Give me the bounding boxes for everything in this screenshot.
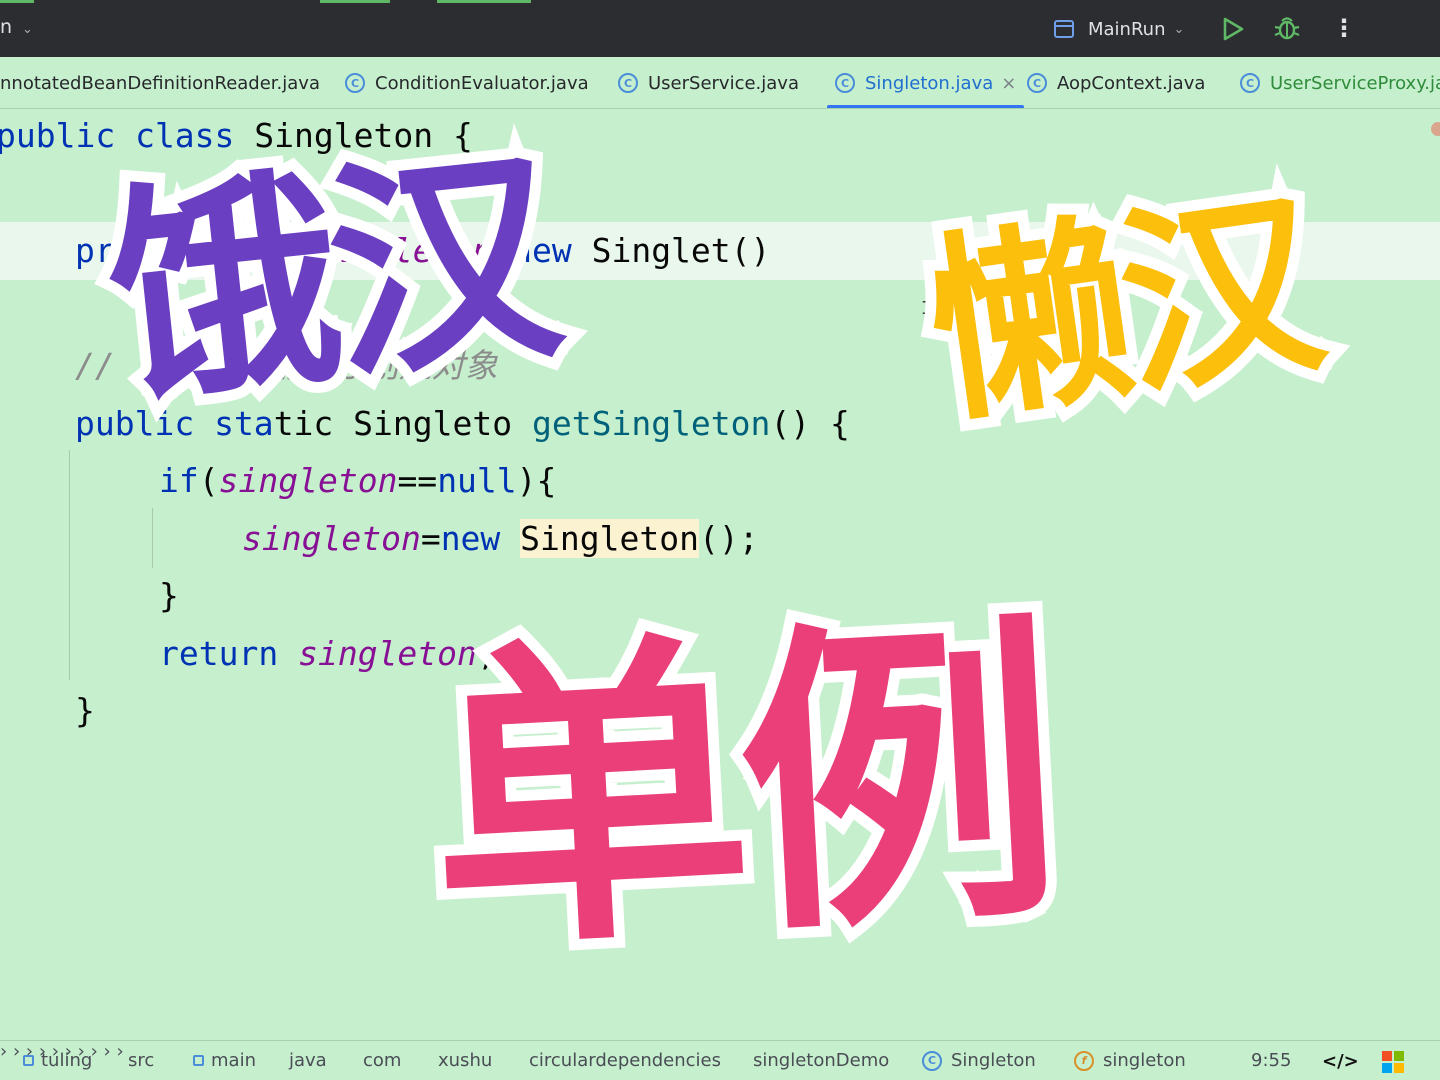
editor-tabs: nnotatedBeanDefinitionReader.java C Cond… (0, 57, 1440, 109)
tab-aop-context[interactable]: C AopContext.java (1027, 57, 1206, 108)
status-bar: › tuling › src › main › java › com › xus… (0, 1040, 1440, 1080)
code-text: ){ (516, 461, 557, 500)
tab-label: Singleton.java (865, 72, 994, 94)
tab-user-service[interactable]: C UserService.java (618, 57, 799, 108)
sticker-danli: 单例 (410, 577, 1071, 1003)
breadcrumb-label: singletonDemo (753, 1050, 890, 1071)
code-field: singleton (218, 461, 398, 500)
tab-label: AopContext.java (1057, 72, 1206, 94)
class-icon: C (618, 73, 638, 93)
code-keyword: return (159, 634, 279, 673)
close-icon[interactable]: × (1001, 73, 1016, 94)
tab-label: UserService.java (648, 72, 799, 94)
breadcrumb-singletondemo[interactable]: singletonDemo (753, 1050, 889, 1071)
code-keyword: new (440, 519, 501, 558)
chevron-down-icon: ⌄ (1173, 21, 1185, 37)
chevron-right-icon: › (116, 1041, 124, 1062)
tab-condition-evaluator[interactable]: C ConditionEvaluator.java (345, 57, 589, 108)
active-tab-indicator (827, 105, 1025, 108)
inspection-marker[interactable] (1431, 122, 1440, 136)
indent-guide (69, 450, 70, 680)
windows-icon[interactable] (1382, 1051, 1404, 1073)
code-operator: = (420, 519, 441, 558)
chevron-right-icon: › (103, 1041, 111, 1062)
breadcrumb-com[interactable]: com (363, 1050, 401, 1071)
class-icon: C (345, 73, 365, 93)
code-usage-highlight: Singleton (520, 519, 699, 558)
class-icon: C (1240, 73, 1260, 93)
toolbar-accent-strip (0, 0, 34, 3)
breadcrumb-label: java (289, 1050, 327, 1071)
code-method: getSingleton (531, 404, 771, 443)
code-line-9: } (75, 691, 95, 731)
breadcrumb-label: Singleton (951, 1050, 1036, 1071)
code-line-5: if(singleton==null){ (159, 461, 556, 501)
indent-guide (152, 508, 153, 568)
run-config-icon (1054, 20, 1074, 38)
breadcrumb-java[interactable]: java (289, 1050, 327, 1071)
title-toolbar: n ⌄ MainRun ⌄ ⋮ (0, 0, 1440, 57)
breadcrumb-singleton-class[interactable]: C Singleton (922, 1050, 1036, 1071)
breadcrumb-label: circulardependencies (529, 1050, 721, 1071)
module-icon (193, 1055, 204, 1066)
breadcrumb-label: xushu (438, 1050, 493, 1071)
tab-label: UserServiceProxy.ja (1270, 72, 1440, 94)
run-config-label: MainRun (1088, 18, 1166, 40)
code-text: } (159, 576, 179, 615)
tab-label: ConditionEvaluator.java (375, 72, 589, 94)
code-text: () (730, 231, 771, 270)
main-menu[interactable]: n ⌄ (0, 16, 33, 38)
breadcrumb-label: singleton (1103, 1050, 1186, 1071)
code-keyword: null (437, 461, 517, 500)
code-line-7: } (159, 576, 179, 616)
toolbar-accent-strip (320, 0, 390, 3)
class-icon: C (835, 73, 855, 93)
class-icon: C (922, 1050, 942, 1071)
code-text: () { (770, 404, 850, 443)
more-vertical-icon[interactable]: ⋮ (1332, 14, 1356, 42)
tab-user-service-proxy[interactable]: C UserServiceProxy.ja (1240, 57, 1440, 108)
code-text: Singlet (571, 231, 731, 270)
code-operator: == (397, 461, 438, 500)
class-icon: C (1027, 73, 1047, 93)
chevron-right-icon: › (12, 1041, 21, 1062)
tab-annotated-bean-definition-reader[interactable]: nnotatedBeanDefinitionReader.java (0, 57, 320, 108)
breadcrumb-label: src (128, 1050, 155, 1071)
code-keyword: if (159, 461, 199, 500)
cursor-position[interactable]: 9:55 (1251, 1050, 1291, 1071)
code-field: singleton (242, 519, 421, 558)
toolbar-accent-strip (437, 0, 531, 3)
debug-icon[interactable] (1273, 14, 1301, 42)
main-menu-label: n (0, 16, 13, 38)
breadcrumb-src[interactable]: src (128, 1050, 154, 1071)
code-line-6: singleton=new Singleton(); (242, 519, 759, 559)
code-icon[interactable]: </> (1322, 1051, 1359, 1072)
chevron-right-icon: › (0, 1041, 8, 1062)
run-icon[interactable] (1220, 15, 1246, 43)
breadcrumb-label: tuling (41, 1050, 93, 1071)
breadcrumb-tuling[interactable]: tuling (23, 1050, 92, 1071)
breadcrumb-label: main (211, 1050, 256, 1071)
field-icon: f (1074, 1050, 1094, 1071)
code-text: } (75, 691, 95, 730)
chevron-down-icon: ⌄ (22, 22, 33, 37)
sticker-lanhan: 懒汉 (905, 156, 1340, 462)
sticker-ehan: 饿汉 (86, 113, 574, 447)
breadcrumb-main[interactable]: main (193, 1050, 256, 1071)
breadcrumb-label: com (363, 1050, 402, 1071)
breadcrumb-xushu[interactable]: xushu (438, 1050, 492, 1071)
breadcrumb-singleton-field[interactable]: f singleton (1074, 1050, 1186, 1071)
code-keyword: public class (0, 116, 255, 155)
code-text: ( (198, 461, 219, 500)
tab-label: nnotatedBeanDefinitionReader.java (0, 72, 320, 94)
module-icon (23, 1055, 34, 1066)
run-config-selector[interactable]: MainRun ⌄ (1054, 16, 1184, 42)
code-text: (); (698, 519, 759, 558)
breadcrumb-circulardependencies[interactable]: circulardependencies (529, 1050, 721, 1071)
tab-singleton[interactable]: C Singleton.java × (827, 57, 1025, 108)
